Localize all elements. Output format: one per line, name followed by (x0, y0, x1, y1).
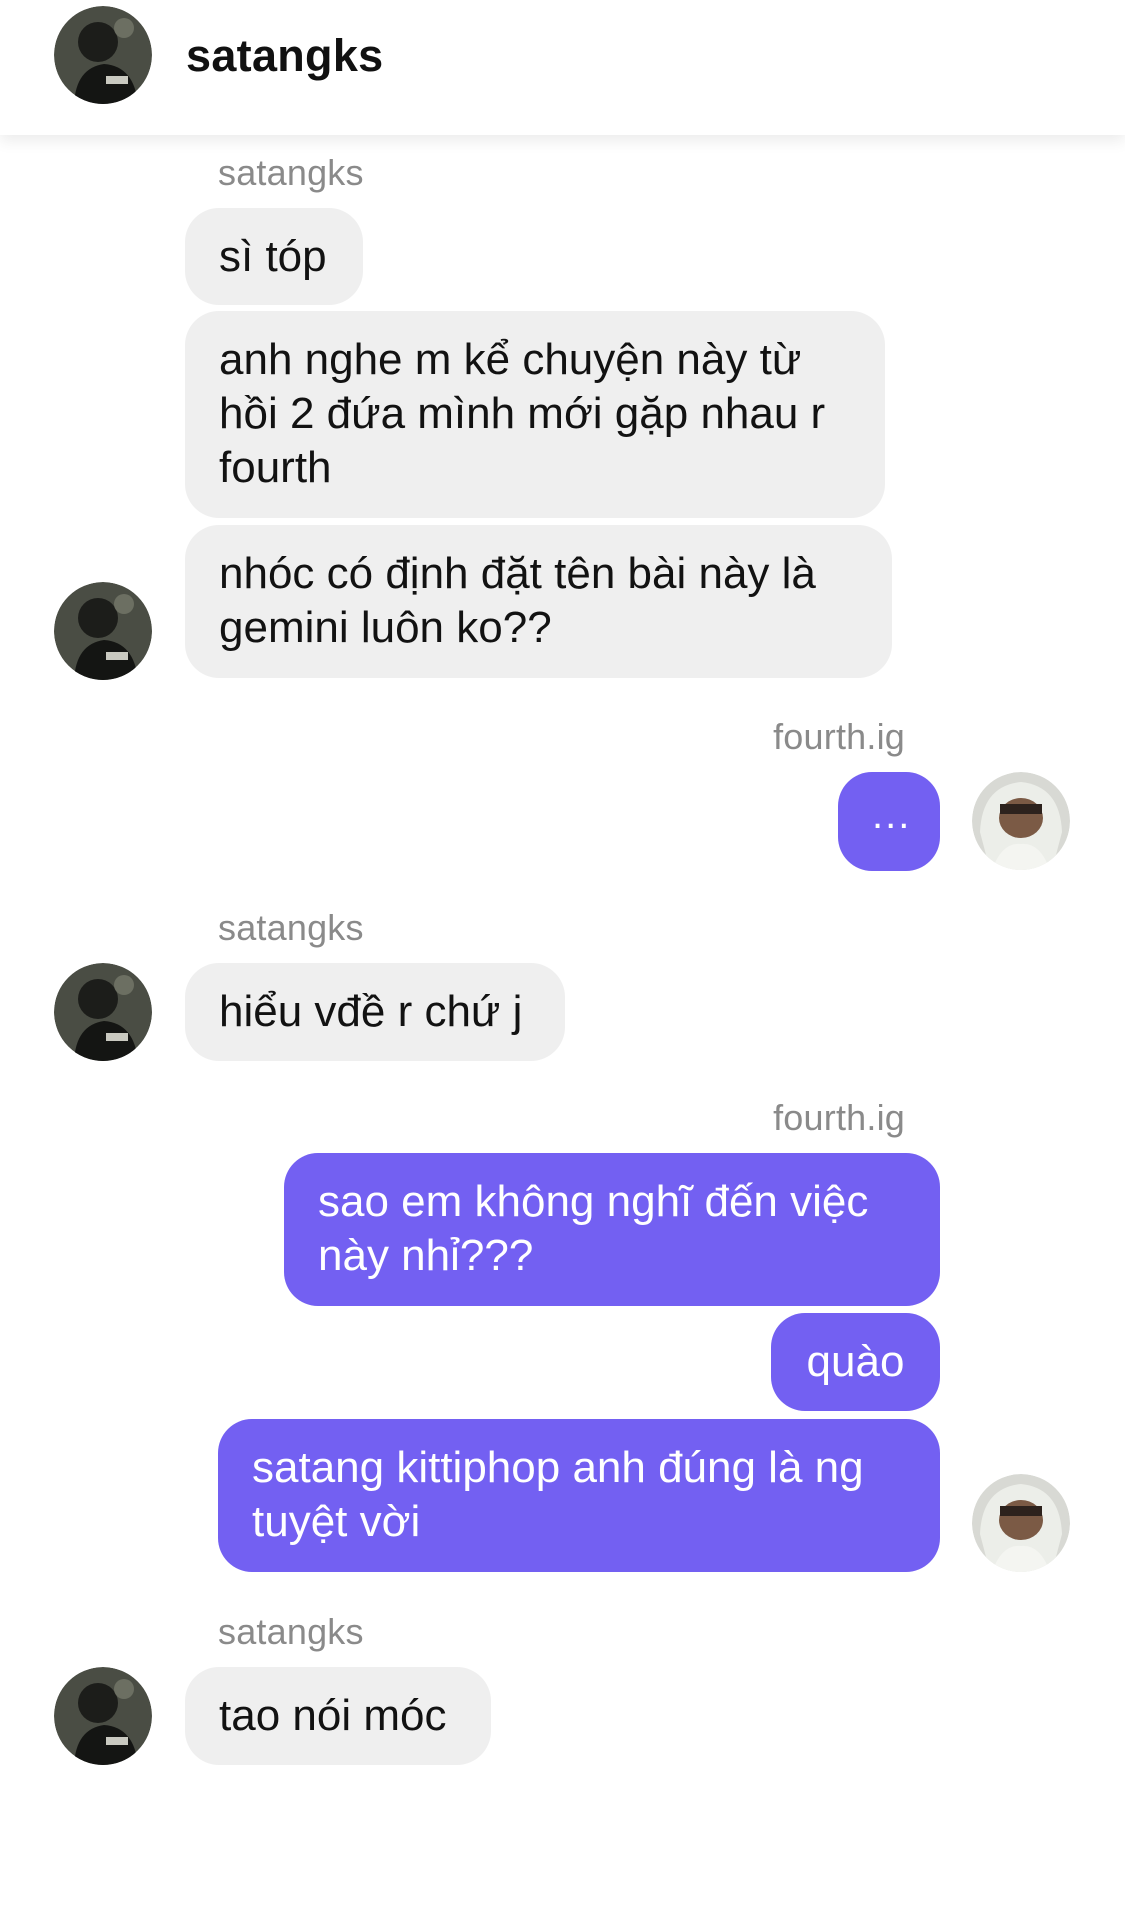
message-bubble-outgoing[interactable]: ... (838, 772, 940, 871)
user-avatar-satangks[interactable] (54, 963, 152, 1061)
user-avatar-satangks[interactable] (54, 1667, 152, 1765)
message-bubble-outgoing[interactable]: sao em không nghĩ đến việc này nhỉ??? (284, 1153, 940, 1306)
user-avatar-fourth[interactable] (972, 772, 1070, 870)
chat-title[interactable]: satangks (186, 30, 384, 82)
message-bubble-outgoing[interactable]: satang kittiphop anh đúng là ng tuyệt vờ… (218, 1419, 940, 1572)
chat-screen: satangks satangks sì tóp anh nghe m kể c… (0, 0, 1125, 1920)
sender-name: satangks (218, 1611, 364, 1652)
sender-name: satangks (218, 907, 364, 948)
message-bubble-incoming[interactable]: anh nghe m kể chuyện này từ hồi 2 đứa mì… (185, 311, 885, 518)
user-avatar-satangks[interactable] (54, 582, 152, 680)
message-bubble-incoming[interactable]: nhóc có định đặt tên bài này là gemini l… (185, 525, 892, 678)
sender-name: fourth.ig (773, 1097, 905, 1138)
message-bubble-outgoing[interactable]: quào (771, 1313, 940, 1411)
message-bubble-incoming[interactable]: tao nói móc (185, 1667, 491, 1765)
user-avatar-satangks[interactable] (54, 6, 152, 104)
user-avatar-fourth[interactable] (972, 1474, 1070, 1572)
sender-name: fourth.ig (773, 716, 905, 757)
chat-header: satangks (0, 0, 1125, 135)
sender-name: satangks (218, 152, 364, 193)
message-bubble-incoming[interactable]: hiểu vđề r chứ j (185, 963, 565, 1061)
message-bubble-incoming[interactable]: sì tóp (185, 208, 363, 305)
